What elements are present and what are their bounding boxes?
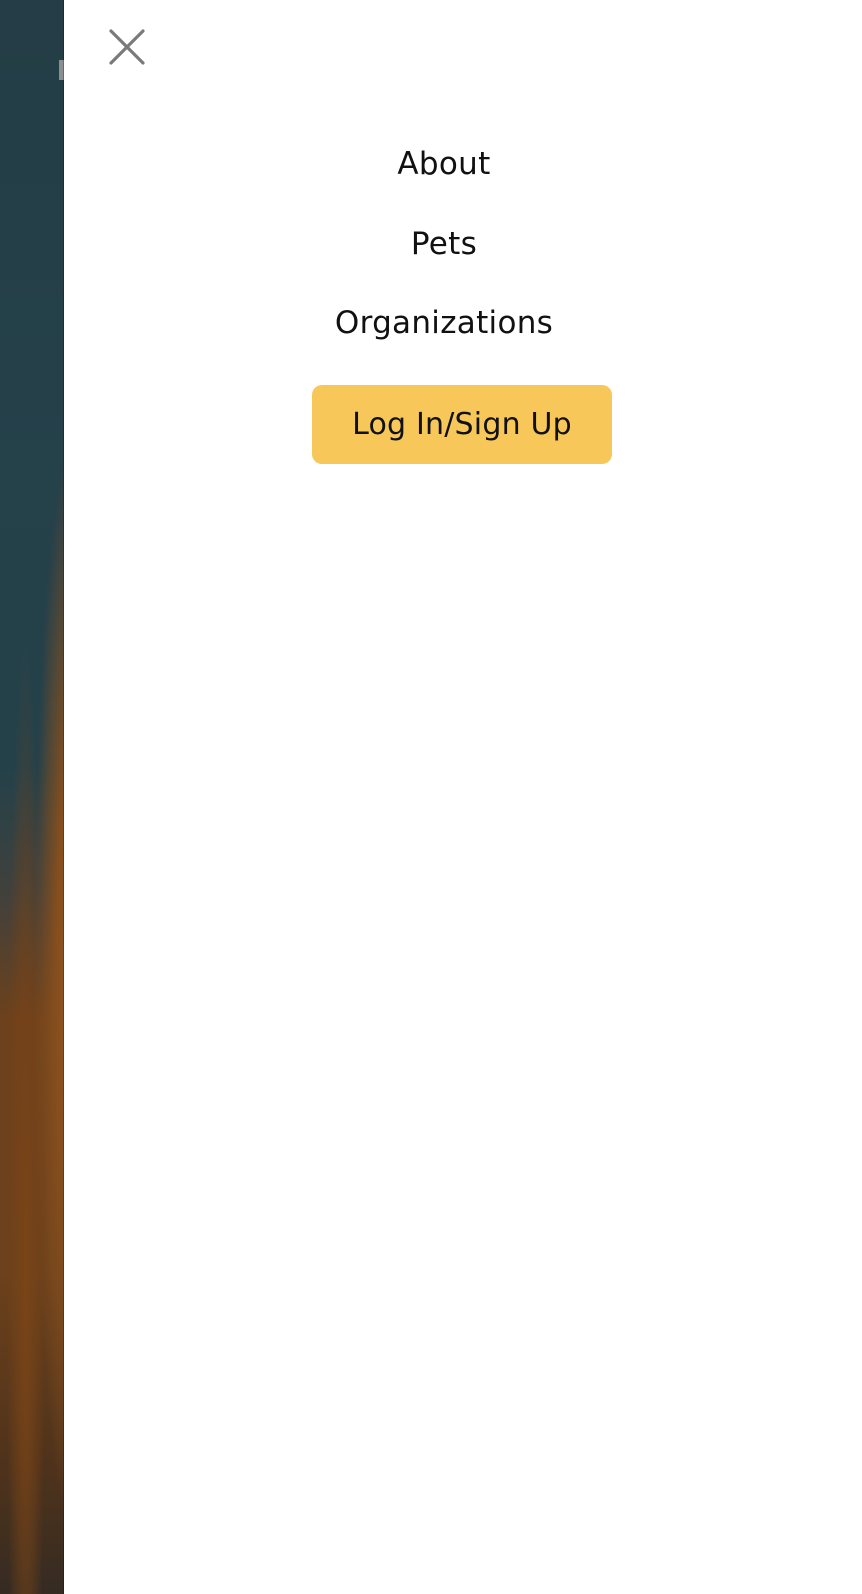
viewport: About Pets Organizations Log In/Sign Up — [0, 0, 862, 1594]
close-button[interactable] — [108, 28, 146, 66]
nav-link-organizations[interactable]: Organizations — [64, 305, 824, 341]
login-signup-button[interactable]: Log In/Sign Up — [312, 385, 612, 464]
backdrop-overlay[interactable] — [0, 0, 64, 1594]
nav-link-pets[interactable]: Pets — [64, 226, 824, 262]
nav-link-about[interactable]: About — [64, 146, 824, 182]
close-icon — [109, 29, 145, 65]
mobile-nav-drawer: About Pets Organizations Log In/Sign Up — [64, 0, 862, 1594]
